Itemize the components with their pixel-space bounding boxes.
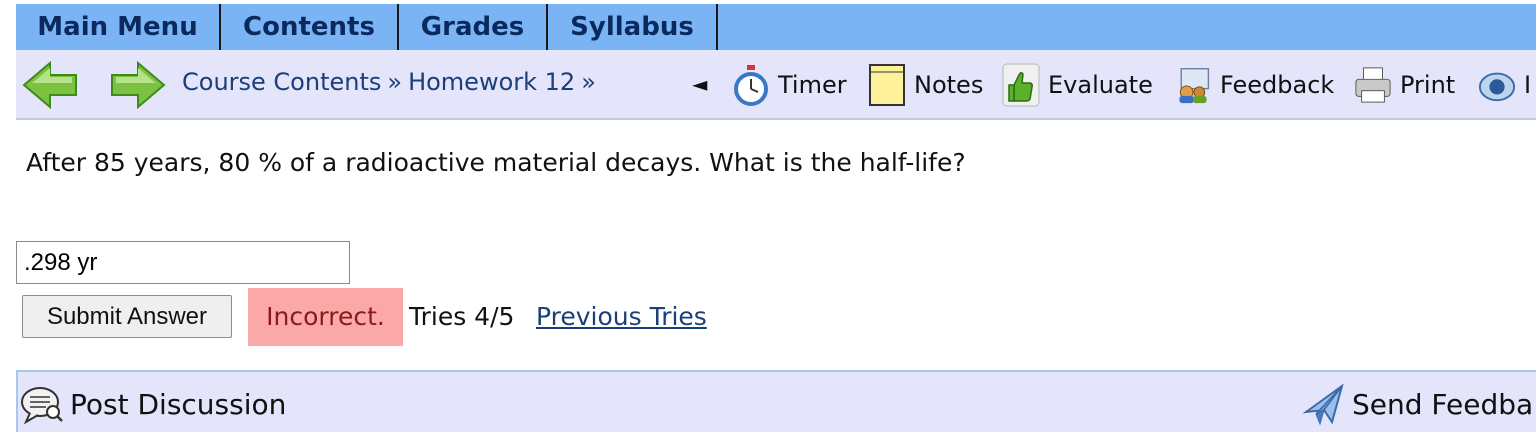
- thumbs-up-icon: [1002, 63, 1040, 107]
- notes-button[interactable]: Notes: [868, 60, 983, 110]
- note-icon: [868, 63, 906, 107]
- post-discussion-label: Post Discussion: [70, 387, 287, 421]
- feedback-button[interactable]: Feedback: [1174, 60, 1334, 110]
- send-feedback-icon: [1302, 383, 1344, 426]
- tab-contents[interactable]: Contents: [221, 4, 399, 50]
- tab-syllabus[interactable]: Syllabus: [548, 4, 718, 50]
- print-button[interactable]: Print: [1354, 60, 1455, 110]
- top-nav: Main Menu Contents Grades Syllabus: [16, 4, 1536, 50]
- breadcrumb-separator: »: [581, 68, 596, 96]
- discussion-bar: Post Discussion Send Feedba: [16, 370, 1536, 432]
- info-label: I: [1524, 71, 1532, 99]
- breadcrumb: Course Contents» Homework 12»: [182, 68, 602, 96]
- previous-tries-link[interactable]: Previous Tries: [536, 302, 707, 331]
- status-badge: Incorrect.: [248, 288, 403, 346]
- send-feedback-label: Send Feedba: [1352, 387, 1534, 421]
- question-text: After 85 years, 80 % of a radioactive ma…: [26, 148, 966, 177]
- notes-label: Notes: [914, 71, 984, 99]
- tries-count: Tries 4/5: [409, 302, 515, 331]
- answer-input[interactable]: [16, 241, 350, 284]
- evaluate-button[interactable]: Evaluate: [1002, 60, 1153, 110]
- print-label: Print: [1400, 71, 1456, 99]
- post-discussion-button[interactable]: Post Discussion: [20, 384, 286, 424]
- tab-main-menu[interactable]: Main Menu: [16, 4, 221, 50]
- info-button[interactable]: I: [1478, 60, 1531, 110]
- send-feedback-button[interactable]: Send Feedba: [1302, 382, 1533, 426]
- green-left-arrow-icon[interactable]: [22, 61, 78, 109]
- submit-answer-button[interactable]: Submit Answer: [22, 295, 232, 338]
- breadcrumb-course-contents[interactable]: Course Contents: [182, 68, 381, 96]
- green-right-arrow-icon[interactable]: [110, 61, 166, 109]
- stopwatch-icon: [732, 63, 770, 107]
- collapse-toolbar-icon[interactable]: ◄: [692, 72, 707, 96]
- feedback-icon: [1174, 63, 1212, 107]
- tab-grades[interactable]: Grades: [399, 4, 548, 50]
- evaluate-label: Evaluate: [1048, 71, 1153, 99]
- timer-button[interactable]: Timer: [732, 60, 847, 110]
- info-icon: [1478, 63, 1516, 107]
- breadcrumb-homework-12[interactable]: Homework 12: [408, 68, 575, 96]
- printer-icon: [1354, 63, 1392, 107]
- breadcrumb-separator: »: [387, 68, 403, 96]
- chat-bubble-icon: [21, 387, 63, 424]
- toolbar: Course Contents» Homework 12» ◄ Timer Not…: [16, 50, 1536, 120]
- feedback-label: Feedback: [1220, 71, 1335, 99]
- timer-label: Timer: [778, 71, 847, 99]
